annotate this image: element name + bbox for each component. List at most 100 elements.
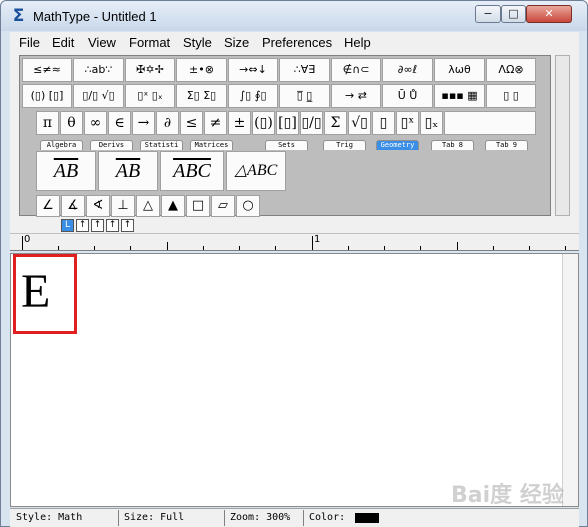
- palette-scrollbar[interactable]: [555, 55, 570, 216]
- vector-template[interactable]: AB: [98, 151, 158, 191]
- menu-preferences[interactable]: Preferences: [262, 35, 332, 50]
- tab-trig[interactable]: Trig: [323, 140, 366, 150]
- infinity-symbol[interactable]: ∞: [84, 111, 107, 135]
- color-swatch[interactable]: [355, 513, 379, 523]
- ruler-tick: [22, 236, 23, 250]
- mathtype-sigma-icon: Σ: [12, 6, 25, 26]
- title-bar: Σ MathType - Untitled 1 − □ ✕: [1, 1, 587, 31]
- circle-icon[interactable]: ○: [236, 195, 260, 217]
- less-equal-symbol[interactable]: ≤: [180, 111, 203, 135]
- status-separator: [224, 510, 225, 526]
- equation-editor-area[interactable]: E: [10, 253, 579, 507]
- square-icon[interactable]: □: [186, 195, 210, 217]
- ruler-tick: [58, 246, 59, 250]
- size-button-sub-symbol[interactable]: ↑: [121, 219, 134, 232]
- document-scrollbar[interactable]: [562, 254, 578, 506]
- arc-template[interactable]: ABC: [160, 151, 224, 191]
- status-zoom: Zoom: 300%: [230, 512, 291, 523]
- integral-templates-button[interactable]: ∫▯ ∮▯: [228, 84, 278, 108]
- tab-sets[interactable]: Sets: [265, 140, 308, 150]
- radical-template[interactable]: √▯: [348, 111, 371, 135]
- ruler-tick: [457, 242, 458, 250]
- tab-statistics[interactable]: Statisti: [140, 140, 183, 150]
- arrow-symbols-button[interactable]: →⇔↓: [228, 58, 278, 82]
- logical-symbols-button[interactable]: ∴∀∃: [279, 58, 330, 82]
- labeled-arrow-button[interactable]: → ⇄: [331, 84, 381, 108]
- size-button-large[interactable]: L: [61, 219, 74, 232]
- subscript-superscript-button[interactable]: ▯ˣ ▯ₓ: [125, 84, 175, 108]
- maximize-button[interactable]: □: [501, 5, 526, 23]
- matrix-templates-button[interactable]: ▪▪▪ ▦: [434, 84, 485, 108]
- minimize-button[interactable]: −: [475, 5, 501, 23]
- partial-symbol[interactable]: ∂: [156, 111, 179, 135]
- tab-algebra[interactable]: Algebra: [40, 140, 83, 150]
- brackets-template[interactable]: [▯]: [276, 111, 299, 135]
- right-arrow-symbol[interactable]: →: [132, 111, 155, 135]
- relational-symbols-button[interactable]: ≤≠≈: [22, 58, 72, 82]
- pi-symbol[interactable]: π: [36, 111, 59, 135]
- status-bar: Style: Math Size: Full Zoom: 300% Color:: [10, 508, 579, 527]
- greek-lower-button[interactable]: λωθ: [434, 58, 485, 82]
- box-template[interactable]: ▯: [372, 111, 395, 135]
- tab-matrices[interactable]: Matrices: [190, 140, 233, 150]
- menu-style[interactable]: Style: [183, 35, 212, 50]
- tab-geometry[interactable]: Geometry: [376, 140, 419, 150]
- greek-upper-button[interactable]: ΛΩ⊗: [486, 58, 536, 82]
- empty-slot: [444, 111, 536, 135]
- ruler-mark-0: 0: [24, 234, 31, 245]
- product-templates-button[interactable]: Ū Ů: [382, 84, 433, 108]
- status-separator: [303, 510, 304, 526]
- summation-template[interactable]: Σ: [324, 111, 347, 135]
- measured-angle-icon[interactable]: ∡: [61, 195, 85, 217]
- theta-symbol[interactable]: θ: [60, 111, 83, 135]
- parallelogram-icon[interactable]: ▱: [211, 195, 235, 217]
- ruler-tick: [130, 246, 131, 250]
- embellishments-button[interactable]: ✠✡✢: [125, 58, 175, 82]
- tab-8[interactable]: Tab 8: [431, 140, 474, 150]
- ruler-tick: [348, 246, 349, 250]
- ruler[interactable]: 0 1: [10, 233, 579, 251]
- underbar-overbar-button[interactable]: ▯̅ ▯̲: [279, 84, 330, 108]
- triangle-icon[interactable]: △: [136, 195, 160, 217]
- fraction-template[interactable]: ▯/▯: [300, 111, 323, 135]
- summation-templates-button[interactable]: Σ▯ Σ▯: [176, 84, 227, 108]
- fraction-radical-button[interactable]: ▯/▯ √▯: [73, 84, 124, 108]
- status-style: Style: Math: [16, 512, 83, 523]
- size-button-symbol[interactable]: ↑: [106, 219, 119, 232]
- menu-format[interactable]: Format: [129, 35, 170, 50]
- size-button-sub-sub[interactable]: ↑: [91, 219, 104, 232]
- menu-file[interactable]: File: [19, 35, 40, 50]
- tab-derivs[interactable]: Derivs: [90, 140, 133, 150]
- set-theory-button[interactable]: ∉∩⊂: [331, 58, 381, 82]
- operator-symbols-button[interactable]: ±•⊗: [176, 58, 227, 82]
- not-equal-symbol[interactable]: ≠: [204, 111, 227, 135]
- element-of-symbol[interactable]: ∈: [108, 111, 131, 135]
- menu-size[interactable]: Size: [224, 35, 249, 50]
- subscript-template[interactable]: ▯ₓ: [420, 111, 443, 135]
- ruler-tick: [275, 246, 276, 250]
- spaces-ellipses-button[interactable]: ∴ab∵: [73, 58, 124, 82]
- perpendicular-icon[interactable]: ⊥: [111, 195, 135, 217]
- ruler-tick: [420, 246, 421, 250]
- menu-view[interactable]: View: [88, 35, 116, 50]
- menu-edit[interactable]: Edit: [52, 35, 74, 50]
- menu-help[interactable]: Help: [344, 35, 371, 50]
- tab-9[interactable]: Tab 9: [485, 140, 528, 150]
- filled-triangle-icon[interactable]: ▲: [161, 195, 185, 217]
- parentheses-template[interactable]: (▯): [252, 111, 275, 135]
- fence-templates-button[interactable]: (▯) [▯]: [22, 84, 72, 108]
- misc-symbols-button[interactable]: ∂∞ℓ: [382, 58, 433, 82]
- superscript-template[interactable]: ▯ˣ: [396, 111, 419, 135]
- spherical-angle-icon[interactable]: ∢: [86, 195, 110, 217]
- size-button-sub[interactable]: ↑: [76, 219, 89, 232]
- angle-icon[interactable]: ∠: [36, 195, 60, 217]
- ruler-tick: [94, 246, 95, 250]
- ruler-tick: [384, 246, 385, 250]
- close-button[interactable]: ✕: [526, 5, 572, 23]
- ray-template[interactable]: AB: [36, 151, 96, 191]
- size-buttons-row: L ↑ ↑ ↑ ↑: [10, 218, 579, 233]
- plus-minus-symbol[interactable]: ±: [228, 111, 251, 135]
- triangle-template[interactable]: △ABC: [226, 151, 286, 191]
- box-templates-button[interactable]: ▯ ▯: [486, 84, 536, 108]
- ruler-mark-1: 1: [314, 234, 321, 245]
